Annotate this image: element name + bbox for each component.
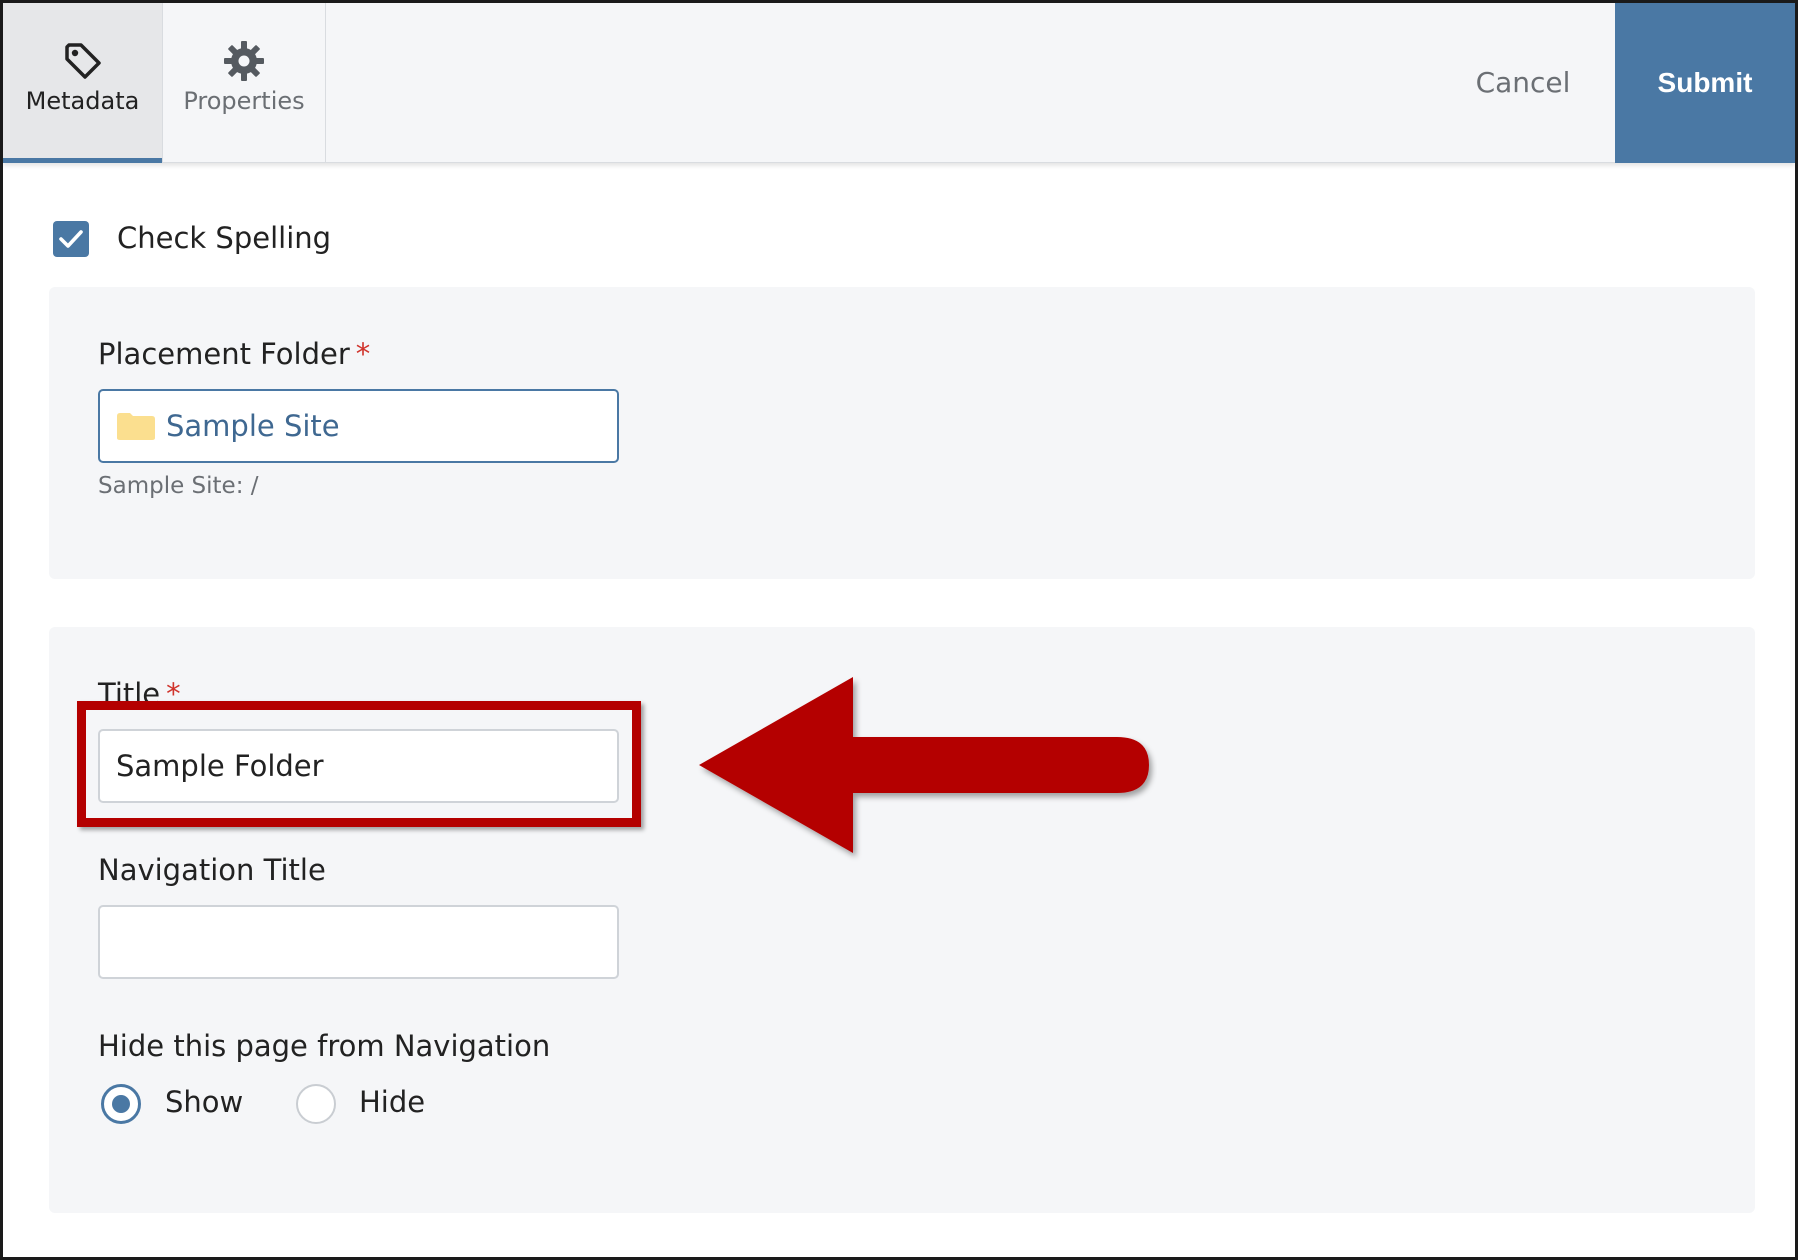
radio-hide-label: Hide (359, 1085, 426, 1119)
placement-folder-label: Placement Folder * (98, 337, 370, 371)
submit-button[interactable]: Submit (1615, 3, 1795, 163)
radio-show-label: Show (165, 1085, 244, 1119)
cms-edit-dialog: Metadata Properties Cancel Submit Check … (0, 0, 1798, 1260)
tab-metadata[interactable]: Metadata (3, 3, 162, 163)
check-spelling-checkbox[interactable] (53, 221, 89, 257)
gear-icon (224, 41, 264, 81)
checkmark-icon (59, 230, 83, 248)
placement-folder-helper: Sample Site: / (98, 473, 259, 499)
hide-navigation-label: Hide this page from Navigation (98, 1029, 551, 1063)
check-spelling-label: Check Spelling (117, 221, 332, 255)
tab-metadata-label: Metadata (25, 87, 140, 115)
placement-folder-label-text: Placement Folder (98, 337, 350, 371)
annotation-arrow-icon (699, 677, 1149, 853)
placement-folder-input[interactable]: Sample Site (98, 389, 619, 463)
annotation-highlight-box (77, 701, 641, 827)
placement-panel: Placement Folder * Sample Site Sample Sit… (49, 287, 1755, 579)
radio-show[interactable] (101, 1084, 141, 1124)
toolbar: Metadata Properties Cancel Submit (3, 3, 1795, 163)
required-marker: * (355, 337, 371, 371)
tab-properties[interactable]: Properties (162, 3, 326, 163)
tab-properties-label: Properties (183, 87, 305, 115)
navigation-title-label: Navigation Title (98, 853, 326, 887)
navigation-title-input[interactable] (98, 905, 619, 979)
tag-icon (64, 43, 101, 79)
radio-hide[interactable] (296, 1084, 336, 1124)
cancel-button[interactable]: Cancel (1443, 3, 1603, 163)
placement-folder-value: Sample Site (166, 409, 340, 443)
radio-selected-dot (112, 1095, 130, 1113)
folder-icon (117, 413, 155, 440)
